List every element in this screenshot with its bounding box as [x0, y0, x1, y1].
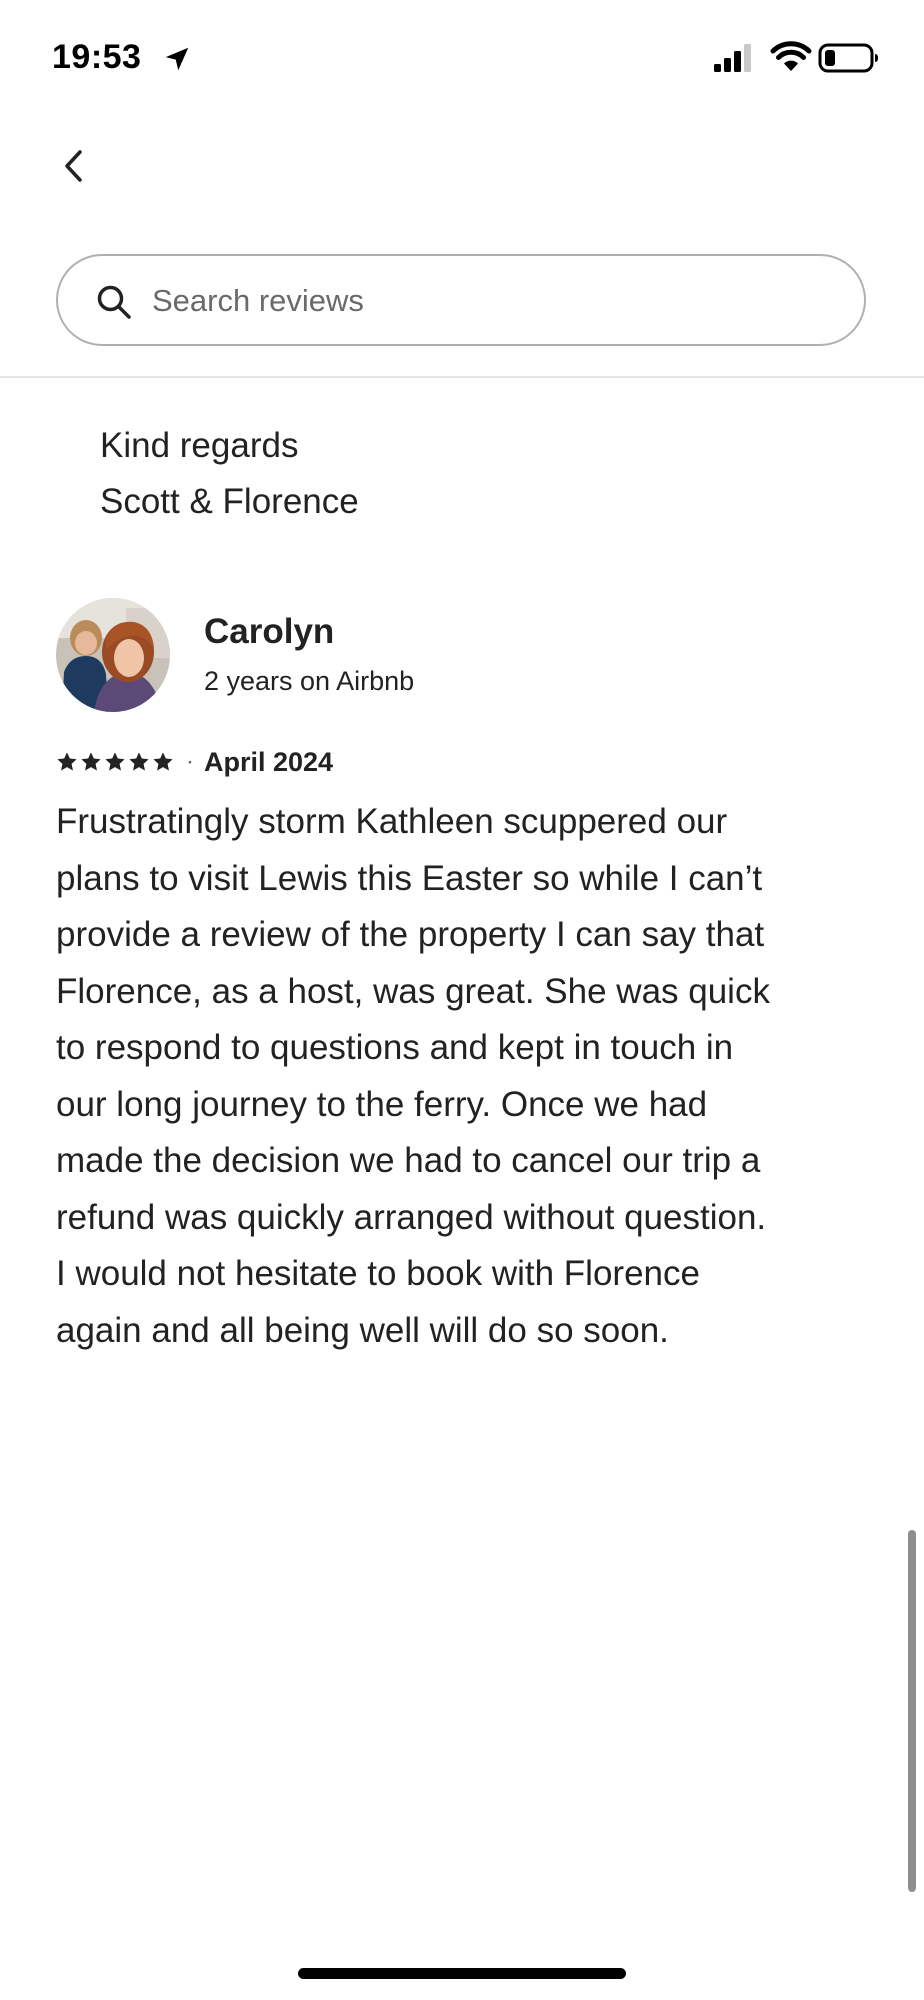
star-icon	[105, 752, 125, 771]
reviewer-tenure: 2 years on Airbnb	[204, 666, 415, 696]
cellular-signal-icon	[714, 44, 751, 72]
location-arrow-icon	[165, 47, 189, 71]
chevron-left-icon	[65, 150, 82, 182]
review-date: April 2024	[204, 746, 334, 777]
avatar-photo	[56, 598, 170, 712]
status-time: 19:53	[52, 38, 142, 76]
star-icon	[57, 752, 77, 771]
review-line: Florence, as a host, was great. She was …	[56, 971, 770, 1011]
review-line: to respond to questions and kept in touc…	[56, 1028, 734, 1067]
review-body: Frustratingly storm Kathleen scuppered o…	[56, 794, 886, 1359]
star-icon	[81, 752, 101, 771]
rating-separator: ·	[186, 748, 194, 775]
review-line: Frustratingly storm Kathleen scuppered o…	[56, 802, 728, 841]
reviewer-avatar[interactable]	[56, 598, 170, 712]
rating-row: · April 2024	[56, 744, 333, 780]
battery-icon	[818, 43, 878, 73]
wifi-icon	[770, 41, 812, 71]
search-box[interactable]	[56, 254, 866, 346]
search-icon	[97, 285, 131, 319]
review-line: I would not hesitate to book with Floren…	[56, 1254, 700, 1293]
review-line: plans to visit Lewis this Easter so whil…	[56, 858, 763, 898]
search-input[interactable]	[152, 276, 832, 326]
review-line: again and all being well will do so soon…	[56, 1310, 669, 1350]
home-indicator[interactable]	[298, 1968, 626, 1979]
star-rating	[56, 751, 174, 773]
review-line: refund was quickly arranged without ques…	[56, 1197, 767, 1237]
review-line: made the decision we had to cancel our t…	[56, 1141, 761, 1180]
star-icon	[129, 752, 149, 771]
review-line: our long journey to the ferry. Once we h…	[56, 1084, 708, 1124]
star-icon	[153, 752, 173, 771]
previous-review-line: Scott & Florence	[100, 482, 359, 521]
header-divider	[0, 376, 924, 378]
back-button[interactable]	[48, 140, 100, 192]
status-bar: 19:53	[0, 0, 924, 120]
reviewer-name[interactable]: Carolyn	[204, 612, 334, 652]
previous-review-line: Kind regards	[100, 426, 299, 465]
review-line: provide a review of the property I can s…	[56, 915, 765, 954]
scrollbar[interactable]	[908, 1530, 916, 1892]
previous-review-text: Kind regards Scott & Florence	[100, 418, 359, 530]
